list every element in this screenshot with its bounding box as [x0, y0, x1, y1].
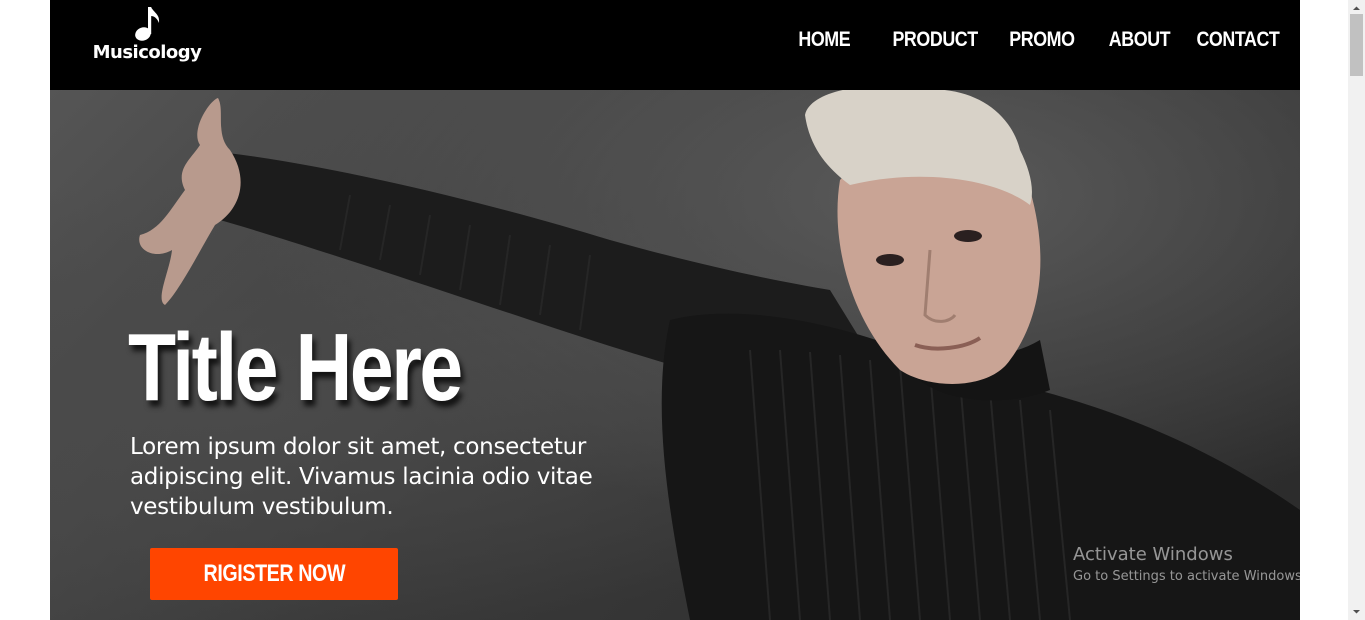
site-header: Musicology HOME PRODUCT PROMO ABOUT CONT…	[50, 0, 1300, 90]
page: Musicology HOME PRODUCT PROMO ABOUT CONT…	[50, 0, 1300, 620]
nav-contact[interactable]: CONTACT	[1196, 28, 1279, 52]
main-nav: HOME PRODUCT PROMO ABOUT CONTACT	[794, 28, 1279, 52]
scrollbar-thumb[interactable]	[1350, 14, 1363, 76]
activate-windows-watermark: Activate Windows Go to Settings to activ…	[1073, 544, 1318, 587]
nav-about[interactable]: ABOUT	[1109, 28, 1171, 52]
nav-product[interactable]: PRODUCT	[892, 28, 978, 52]
register-now-label: RIGISTER NOW	[203, 560, 345, 587]
vertical-scrollbar[interactable]	[1348, 0, 1365, 620]
nav-home[interactable]: HOME	[798, 28, 850, 52]
watermark-subtitle: Go to Settings to activate Windows.	[1073, 569, 1306, 584]
register-now-button[interactable]: RIGISTER NOW	[150, 548, 398, 600]
watermark-title: Activate Windows	[1073, 544, 1233, 565]
nav-promo[interactable]: PROMO	[1009, 28, 1075, 52]
logo[interactable]: Musicology	[92, 4, 202, 66]
music-note-icon	[135, 7, 160, 41]
scroll-down-arrow-icon[interactable]	[1348, 603, 1365, 620]
hero-title: Title Here	[128, 314, 463, 421]
hero-description: Lorem ipsum dolor sit amet, consectetur …	[130, 434, 593, 520]
logo-text: Musicology	[92, 42, 202, 63]
hero-section: Title Here Lorem ipsum dolor sit amet, c…	[50, 90, 1300, 620]
